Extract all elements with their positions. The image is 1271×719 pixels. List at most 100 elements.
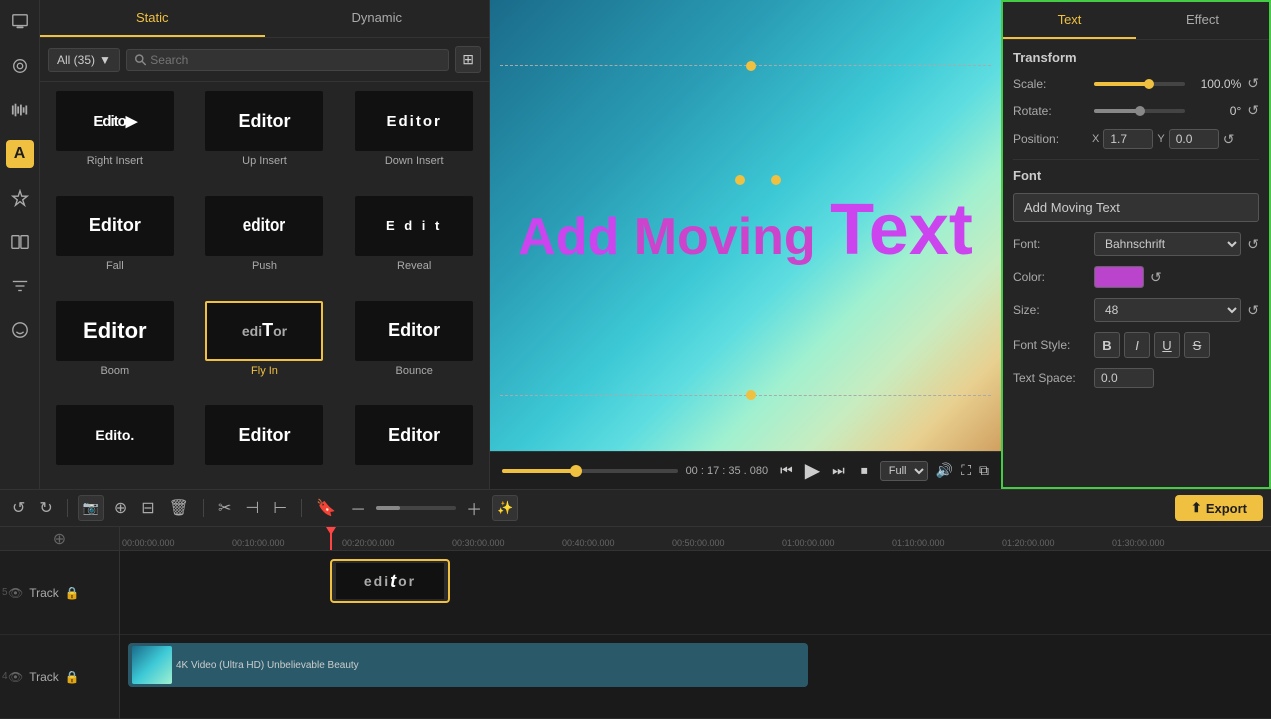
seek-bar[interactable] [502, 469, 678, 473]
audio-icon[interactable] [6, 96, 34, 124]
step-forward-button[interactable]: ⏭ [828, 460, 849, 481]
handle-dot-top[interactable] [746, 61, 756, 71]
track-eye-5[interactable]: 👁 [8, 586, 23, 600]
timeline-ruler: 00:00:00.000 00:10:00.000 00:20:00.000 0… [120, 527, 1271, 551]
play-button[interactable]: ▶ [805, 458, 820, 483]
rotate-slider-thumb[interactable] [1135, 106, 1145, 116]
cut-button[interactable]: ✂ [214, 496, 235, 520]
position-row: Position: X Y ↺ [1013, 129, 1259, 149]
effect-bounce[interactable]: Editor Bounce [339, 292, 489, 397]
bold-button[interactable]: B [1094, 332, 1120, 358]
toolbar-separator-2 [203, 499, 204, 517]
track-lock-5[interactable]: 🔒 [65, 586, 80, 600]
timeline-toolbar: ↺ ↻ 📷 ⊕ ⊟ 🗑 ✂ ⊣ ⊢ 🔖 － ＋ ✨ ⬆ Export [0, 490, 1271, 527]
text-space-row: Text Space: [1013, 368, 1259, 388]
delete-button[interactable]: 🗑 [165, 496, 193, 520]
effect-down-insert[interactable]: Editor Down Insert [339, 82, 489, 187]
tab-text[interactable]: Text [1003, 2, 1136, 39]
effect-more1[interactable]: Edito. [40, 396, 190, 489]
media-icon[interactable] [6, 8, 34, 36]
seek-thumb[interactable] [570, 465, 582, 477]
effect-fall[interactable]: Editor Fall [40, 187, 190, 292]
strikethrough-button[interactable]: S [1184, 332, 1210, 358]
step-back-button[interactable]: ⏮ [776, 460, 797, 481]
track-labels: ⊕ 5 👁 Track 🔒 4 👁 Track 🔒 [0, 527, 120, 719]
size-reset-button[interactable]: ↺ [1247, 302, 1259, 319]
tab-dynamic[interactable]: Dynamic [265, 0, 490, 37]
transitions-icon[interactable] [6, 228, 34, 256]
rotate-reset-button[interactable]: ↺ [1247, 102, 1259, 119]
playhead[interactable] [330, 527, 332, 550]
effect-more2[interactable]: Editor [190, 396, 340, 489]
font-select[interactable]: Bahnschrift [1094, 232, 1241, 256]
split-button[interactable]: ⊣ [241, 496, 263, 520]
handle-dot-mid2[interactable] [771, 175, 781, 185]
effect-right-insert[interactable]: Edito▶ Right Insert [40, 82, 190, 187]
rotate-slider[interactable] [1094, 109, 1185, 113]
redo-button[interactable]: ↻ [35, 496, 56, 520]
add-button[interactable]: ⊕ [110, 496, 131, 520]
underline-button[interactable]: U [1154, 332, 1180, 358]
zoom-in-button[interactable]: ＋ [462, 494, 486, 522]
stop-button[interactable]: ⏹ [857, 460, 872, 481]
rotate-label: Rotate: [1013, 104, 1088, 118]
marker-button[interactable]: 🔖 [312, 496, 340, 520]
scale-slider-fill [1094, 82, 1149, 86]
sticker-icon[interactable] [6, 316, 34, 344]
tab-effect[interactable]: Effect [1136, 2, 1269, 39]
undo-button[interactable]: ↺ [8, 496, 29, 520]
track-eye-4[interactable]: 👁 [8, 670, 23, 684]
scale-reset-button[interactable]: ↺ [1247, 75, 1259, 92]
zoom-track[interactable] [376, 506, 456, 510]
text-space-input[interactable] [1094, 368, 1154, 388]
effect-reveal[interactable]: E d i t Reveal [339, 187, 489, 292]
color-row: Color: ↺ [1013, 266, 1259, 288]
effect-boom[interactable]: Editor Boom [40, 292, 190, 397]
toolbar-separator-3 [301, 499, 302, 517]
tab-static[interactable]: Static [40, 0, 265, 37]
preview-text: Add Moving Text [518, 189, 973, 271]
font-text-input[interactable] [1013, 193, 1259, 222]
filters-icon[interactable] [6, 272, 34, 300]
text-clip[interactable]: editor [330, 559, 450, 603]
position-reset-button[interactable]: ↺ [1223, 131, 1235, 148]
effects-icon[interactable] [6, 184, 34, 212]
ruler-tick-3: 00:30:00.000 [450, 538, 560, 548]
italic-button[interactable]: I [1124, 332, 1150, 358]
effect-push[interactable]: editor Push [190, 187, 340, 292]
zoom-out-button[interactable]: － [346, 494, 370, 522]
text-icon[interactable]: A [6, 140, 34, 168]
x-input[interactable] [1103, 129, 1153, 149]
scale-slider-thumb[interactable] [1144, 79, 1154, 89]
effect-fly-in[interactable]: ediTor Fly In [190, 292, 340, 397]
export-button[interactable]: ⬆ Export [1175, 495, 1263, 521]
search-input[interactable] [150, 53, 440, 67]
preview-controls: 00 : 17 : 35 . 080 ⏮ ▶ ⏭ ⏹ Full 🔊 ⛶ ⧉ [490, 451, 1001, 489]
filter-dropdown[interactable]: All (35) ▼ [48, 48, 120, 72]
add-track-icon[interactable]: ⊕ [53, 529, 66, 549]
video-clip[interactable]: 4K Video (Ultra HD) Unbelievable Beauty [128, 643, 808, 687]
effect-more3[interactable]: Editor [339, 396, 489, 489]
effect-up-insert[interactable]: Editor Up Insert [190, 82, 340, 187]
track-lock-4[interactable]: 🔒 [65, 670, 80, 684]
magic-button[interactable]: ✨ [492, 495, 518, 521]
scale-slider[interactable] [1094, 82, 1185, 86]
y-input[interactable] [1169, 129, 1219, 149]
pip-icon[interactable]: ⧉ [979, 462, 989, 479]
fullscreen-icon[interactable]: ⛶ [961, 462, 971, 479]
track-row-5: editor [120, 551, 1271, 635]
color-swatch[interactable] [1094, 266, 1144, 288]
color-reset-button[interactable]: ↺ [1150, 269, 1162, 286]
layers-icon[interactable] [6, 52, 34, 80]
trim-button[interactable]: ⊢ [269, 496, 291, 520]
zoom-fill [376, 506, 400, 510]
volume-icon[interactable]: 🔊 [936, 462, 953, 479]
grid-view-button[interactable]: ⊞ [455, 46, 481, 73]
detach-button[interactable]: ⊟ [137, 496, 158, 520]
preview-area: Add Moving Text 00 : 17 : 35 . 080 ⏮ ▶ ⏭… [490, 0, 1001, 489]
snapshot-button[interactable]: 📷 [78, 495, 104, 521]
font-reset-button[interactable]: ↺ [1247, 236, 1259, 253]
size-select[interactable]: 48 [1094, 298, 1241, 322]
handle-dot-bottom[interactable] [746, 390, 756, 400]
quality-select[interactable]: Full [880, 461, 928, 481]
